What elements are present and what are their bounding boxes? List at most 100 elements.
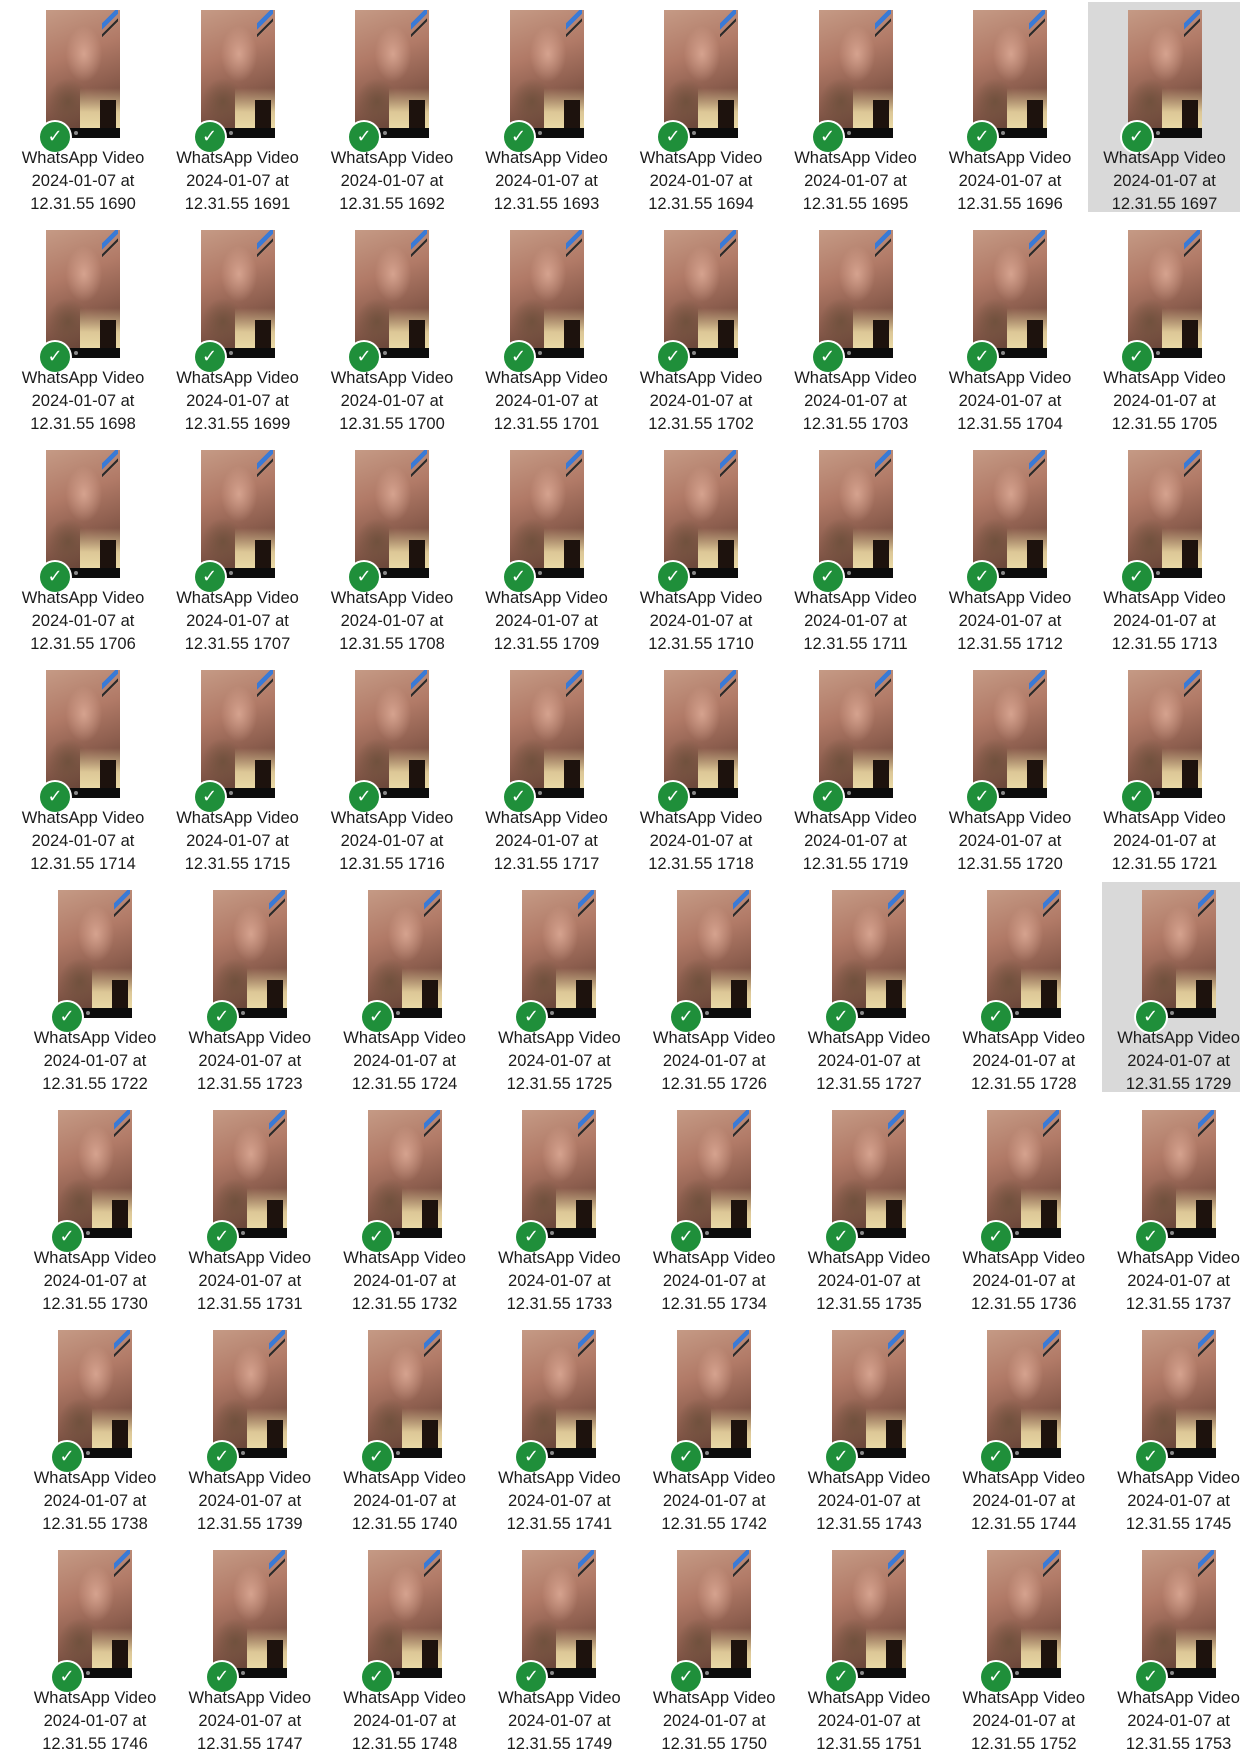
file-item[interactable]: ✓WhatsApp Video2024-01-07 at12.31.55 172… bbox=[947, 882, 1101, 1092]
thumbnail-dark bbox=[267, 980, 283, 1008]
file-name-line2: 2024-01-07 at bbox=[1102, 1490, 1240, 1513]
file-item[interactable]: ✓WhatsApp Video2024-01-07 at12.31.55 171… bbox=[161, 662, 315, 872]
thumbnail-dark bbox=[873, 760, 889, 788]
file-item[interactable]: ✓WhatsApp Video2024-01-07 at12.31.55 172… bbox=[792, 882, 946, 1092]
file-name-line3: 12.31.55 1742 bbox=[637, 1513, 791, 1536]
file-item[interactable]: ✓WhatsApp Video2024-01-07 at12.31.55 171… bbox=[624, 442, 778, 652]
file-item[interactable]: ✓WhatsApp Video2024-01-07 at12.31.55 172… bbox=[482, 882, 636, 1092]
file-item[interactable]: ✓WhatsApp Video2024-01-07 at12.31.55 171… bbox=[6, 662, 160, 872]
file-item[interactable]: ✓WhatsApp Video2024-01-07 at12.31.55 169… bbox=[624, 2, 778, 212]
file-item[interactable]: ✓WhatsApp Video2024-01-07 at12.31.55 172… bbox=[1102, 882, 1240, 1092]
file-item[interactable]: ✓WhatsApp Video2024-01-07 at12.31.55 170… bbox=[315, 222, 469, 432]
file-item[interactable]: ✓WhatsApp Video2024-01-07 at12.31.55 170… bbox=[315, 442, 469, 652]
thumbnail-cable bbox=[1184, 670, 1200, 698]
video-thumbnail bbox=[832, 1330, 906, 1458]
file-item[interactable]: ✓WhatsApp Video2024-01-07 at12.31.55 169… bbox=[933, 2, 1087, 212]
file-item[interactable]: ✓WhatsApp Video2024-01-07 at12.31.55 173… bbox=[173, 1102, 327, 1312]
file-item[interactable]: ✓WhatsApp Video2024-01-07 at12.31.55 174… bbox=[328, 1322, 482, 1532]
thumbnail-cable bbox=[1029, 10, 1045, 38]
thumbnail-dark bbox=[718, 540, 734, 568]
file-name-line2: 2024-01-07 at bbox=[161, 610, 315, 633]
file-item[interactable]: ✓WhatsApp Video2024-01-07 at12.31.55 170… bbox=[624, 222, 778, 432]
thumbnail-cable bbox=[888, 1110, 904, 1138]
file-item[interactable]: ✓WhatsApp Video2024-01-07 at12.31.55 175… bbox=[792, 1542, 946, 1752]
file-name-line1: WhatsApp Video bbox=[18, 1467, 172, 1490]
file-item[interactable]: ✓WhatsApp Video2024-01-07 at12.31.55 172… bbox=[933, 662, 1087, 872]
file-item[interactable]: ✓WhatsApp Video2024-01-07 at12.31.55 171… bbox=[315, 662, 469, 872]
file-name-line2: 2024-01-07 at bbox=[624, 610, 778, 633]
file-item[interactable]: ✓WhatsApp Video2024-01-07 at12.31.55 169… bbox=[1088, 2, 1240, 212]
file-name-line2: 2024-01-07 at bbox=[18, 1270, 172, 1293]
file-item[interactable]: ✓WhatsApp Video2024-01-07 at12.31.55 171… bbox=[779, 442, 933, 652]
file-name-line1: WhatsApp Video bbox=[315, 367, 469, 390]
file-name-line2: 2024-01-07 at bbox=[173, 1710, 327, 1733]
thumbnail-dark bbox=[100, 760, 116, 788]
file-item[interactable]: ✓WhatsApp Video2024-01-07 at12.31.55 173… bbox=[18, 1102, 172, 1312]
file-item[interactable]: ✓WhatsApp Video2024-01-07 at12.31.55 173… bbox=[1102, 1102, 1240, 1312]
file-name-line3: 12.31.55 1723 bbox=[173, 1073, 327, 1096]
video-thumbnail bbox=[368, 890, 442, 1018]
thumbnail-dark bbox=[718, 320, 734, 348]
file-item[interactable]: ✓WhatsApp Video2024-01-07 at12.31.55 174… bbox=[482, 1322, 636, 1532]
file-name-line1: WhatsApp Video bbox=[792, 1687, 946, 1710]
file-item[interactable]: ✓WhatsApp Video2024-01-07 at12.31.55 170… bbox=[470, 222, 624, 432]
file-item[interactable]: ✓WhatsApp Video2024-01-07 at12.31.55 173… bbox=[792, 1102, 946, 1312]
file-item[interactable]: ✓WhatsApp Video2024-01-07 at12.31.55 174… bbox=[482, 1542, 636, 1752]
file-item[interactable]: ✓WhatsApp Video2024-01-07 at12.31.55 169… bbox=[779, 2, 933, 212]
file-item[interactable]: ✓WhatsApp Video2024-01-07 at12.31.55 169… bbox=[470, 2, 624, 212]
file-item[interactable]: ✓WhatsApp Video2024-01-07 at12.31.55 173… bbox=[947, 1102, 1101, 1312]
thumbnail-cable bbox=[411, 670, 427, 698]
thumbnail-cable bbox=[1198, 1550, 1214, 1578]
file-item[interactable]: ✓WhatsApp Video2024-01-07 at12.31.55 174… bbox=[637, 1322, 791, 1532]
file-item[interactable]: ✓WhatsApp Video2024-01-07 at12.31.55 170… bbox=[779, 222, 933, 432]
file-item[interactable]: ✓WhatsApp Video2024-01-07 at12.31.55 174… bbox=[947, 1322, 1101, 1532]
file-item[interactable]: ✓WhatsApp Video2024-01-07 at12.31.55 171… bbox=[470, 662, 624, 872]
file-item[interactable]: ✓WhatsApp Video2024-01-07 at12.31.55 173… bbox=[328, 1102, 482, 1312]
file-item[interactable]: ✓WhatsApp Video2024-01-07 at12.31.55 169… bbox=[161, 222, 315, 432]
file-item[interactable]: ✓WhatsApp Video2024-01-07 at12.31.55 170… bbox=[6, 442, 160, 652]
file-item[interactable]: ✓WhatsApp Video2024-01-07 at12.31.55 171… bbox=[624, 662, 778, 872]
file-item[interactable]: ✓WhatsApp Video2024-01-07 at12.31.55 173… bbox=[173, 1322, 327, 1532]
file-item[interactable]: ✓WhatsApp Video2024-01-07 at12.31.55 174… bbox=[328, 1542, 482, 1752]
file-item[interactable]: ✓WhatsApp Video2024-01-07 at12.31.55 172… bbox=[18, 882, 172, 1092]
file-item[interactable]: ✓WhatsApp Video2024-01-07 at12.31.55 170… bbox=[933, 222, 1087, 432]
file-item[interactable]: ✓WhatsApp Video2024-01-07 at12.31.55 170… bbox=[1088, 222, 1240, 432]
file-item[interactable]: ✓WhatsApp Video2024-01-07 at12.31.55 175… bbox=[1102, 1542, 1240, 1752]
file-item[interactable]: ✓WhatsApp Video2024-01-07 at12.31.55 172… bbox=[637, 882, 791, 1092]
file-name-line1: WhatsApp Video bbox=[1088, 147, 1240, 170]
file-item[interactable]: ✓WhatsApp Video2024-01-07 at12.31.55 174… bbox=[18, 1542, 172, 1752]
file-name-line1: WhatsApp Video bbox=[18, 1027, 172, 1050]
file-item[interactable]: ✓WhatsApp Video2024-01-07 at12.31.55 172… bbox=[1088, 662, 1240, 872]
file-name-line1: WhatsApp Video bbox=[933, 367, 1087, 390]
file-name-line3: 12.31.55 1690 bbox=[6, 193, 160, 216]
file-item[interactable]: ✓WhatsApp Video2024-01-07 at12.31.55 169… bbox=[161, 2, 315, 212]
thumbnail-cable bbox=[1198, 1110, 1214, 1138]
file-name-line3: 12.31.55 1707 bbox=[161, 633, 315, 656]
video-thumbnail bbox=[368, 1330, 442, 1458]
file-item[interactable]: ✓WhatsApp Video2024-01-07 at12.31.55 175… bbox=[637, 1542, 791, 1752]
file-item[interactable]: ✓WhatsApp Video2024-01-07 at12.31.55 174… bbox=[1102, 1322, 1240, 1532]
file-name-line2: 2024-01-07 at bbox=[637, 1050, 791, 1073]
file-name-line2: 2024-01-07 at bbox=[1088, 830, 1240, 853]
file-item[interactable]: ✓WhatsApp Video2024-01-07 at12.31.55 175… bbox=[947, 1542, 1101, 1752]
file-item[interactable]: ✓WhatsApp Video2024-01-07 at12.31.55 172… bbox=[173, 882, 327, 1092]
file-item[interactable]: ✓WhatsApp Video2024-01-07 at12.31.55 171… bbox=[1088, 442, 1240, 652]
file-item[interactable]: ✓WhatsApp Video2024-01-07 at12.31.55 173… bbox=[637, 1102, 791, 1312]
file-item[interactable]: ✓WhatsApp Video2024-01-07 at12.31.55 170… bbox=[470, 442, 624, 652]
file-item[interactable]: ✓WhatsApp Video2024-01-07 at12.31.55 174… bbox=[173, 1542, 327, 1752]
file-item[interactable]: ✓WhatsApp Video2024-01-07 at12.31.55 171… bbox=[933, 442, 1087, 652]
thumbnail-cable bbox=[257, 670, 273, 698]
file-item[interactable]: ✓WhatsApp Video2024-01-07 at12.31.55 169… bbox=[6, 222, 160, 432]
file-name-line3: 12.31.55 1741 bbox=[482, 1513, 636, 1536]
file-item[interactable]: ✓WhatsApp Video2024-01-07 at12.31.55 169… bbox=[315, 2, 469, 212]
file-item[interactable]: ✓WhatsApp Video2024-01-07 at12.31.55 170… bbox=[161, 442, 315, 652]
file-item[interactable]: ✓WhatsApp Video2024-01-07 at12.31.55 169… bbox=[6, 2, 160, 212]
file-name-line3: 12.31.55 1708 bbox=[315, 633, 469, 656]
file-item[interactable]: ✓WhatsApp Video2024-01-07 at12.31.55 173… bbox=[18, 1322, 172, 1532]
file-item[interactable]: ✓WhatsApp Video2024-01-07 at12.31.55 173… bbox=[482, 1102, 636, 1312]
thumbnail-dark bbox=[409, 760, 425, 788]
file-item[interactable]: ✓WhatsApp Video2024-01-07 at12.31.55 172… bbox=[328, 882, 482, 1092]
file-item[interactable]: ✓WhatsApp Video2024-01-07 at12.31.55 171… bbox=[779, 662, 933, 872]
file-name-line1: WhatsApp Video bbox=[947, 1687, 1101, 1710]
file-item[interactable]: ✓WhatsApp Video2024-01-07 at12.31.55 174… bbox=[792, 1322, 946, 1532]
